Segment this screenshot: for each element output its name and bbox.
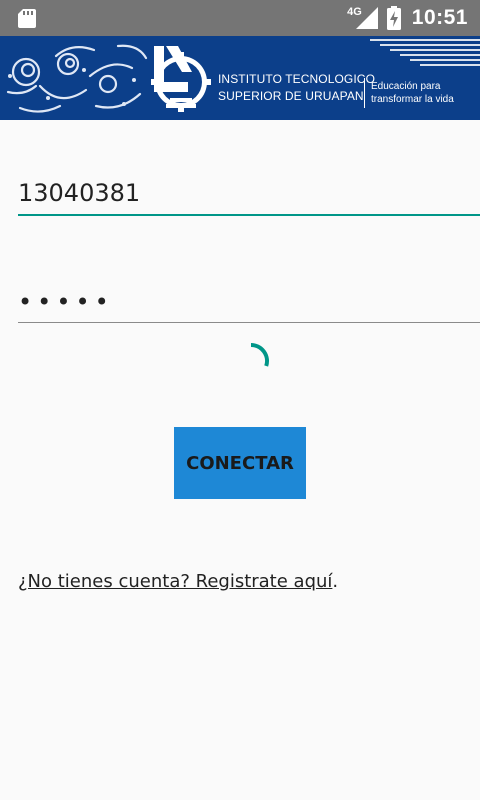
register-trailing-dot: . [332, 571, 339, 592]
clock: 10:51 [411, 6, 468, 29]
institute-logo-icon [151, 46, 211, 112]
progress-spinner-icon [250, 343, 269, 367]
banner-divider [364, 78, 365, 108]
status-bar: 4G 10:51 [0, 0, 480, 36]
sd-card-icon [18, 9, 36, 28]
network-type-label: 4G [347, 6, 362, 18]
connect-button[interactable]: CONECTAR [174, 427, 306, 499]
password-input[interactable] [18, 282, 480, 323]
decorative-stripes-icon [370, 39, 480, 66]
register-prompt: ¿No tienes cuenta? Registrate aquí. [18, 571, 338, 592]
institution-name: INSTITUTO TECNOLOGICO SUPERIOR DE URUAPA… [218, 72, 376, 103]
institution-slogan: Educación para transformar la vida [371, 81, 454, 105]
battery-charging-icon [386, 6, 401, 30]
header-banner: INSTITUTO TECNOLOGICO SUPERIOR DE URUAPA… [0, 36, 480, 120]
register-link[interactable]: ¿No tienes cuenta? Registrate aquí [18, 571, 332, 592]
username-input[interactable] [18, 172, 480, 216]
decorative-ornament-icon [6, 44, 148, 113]
